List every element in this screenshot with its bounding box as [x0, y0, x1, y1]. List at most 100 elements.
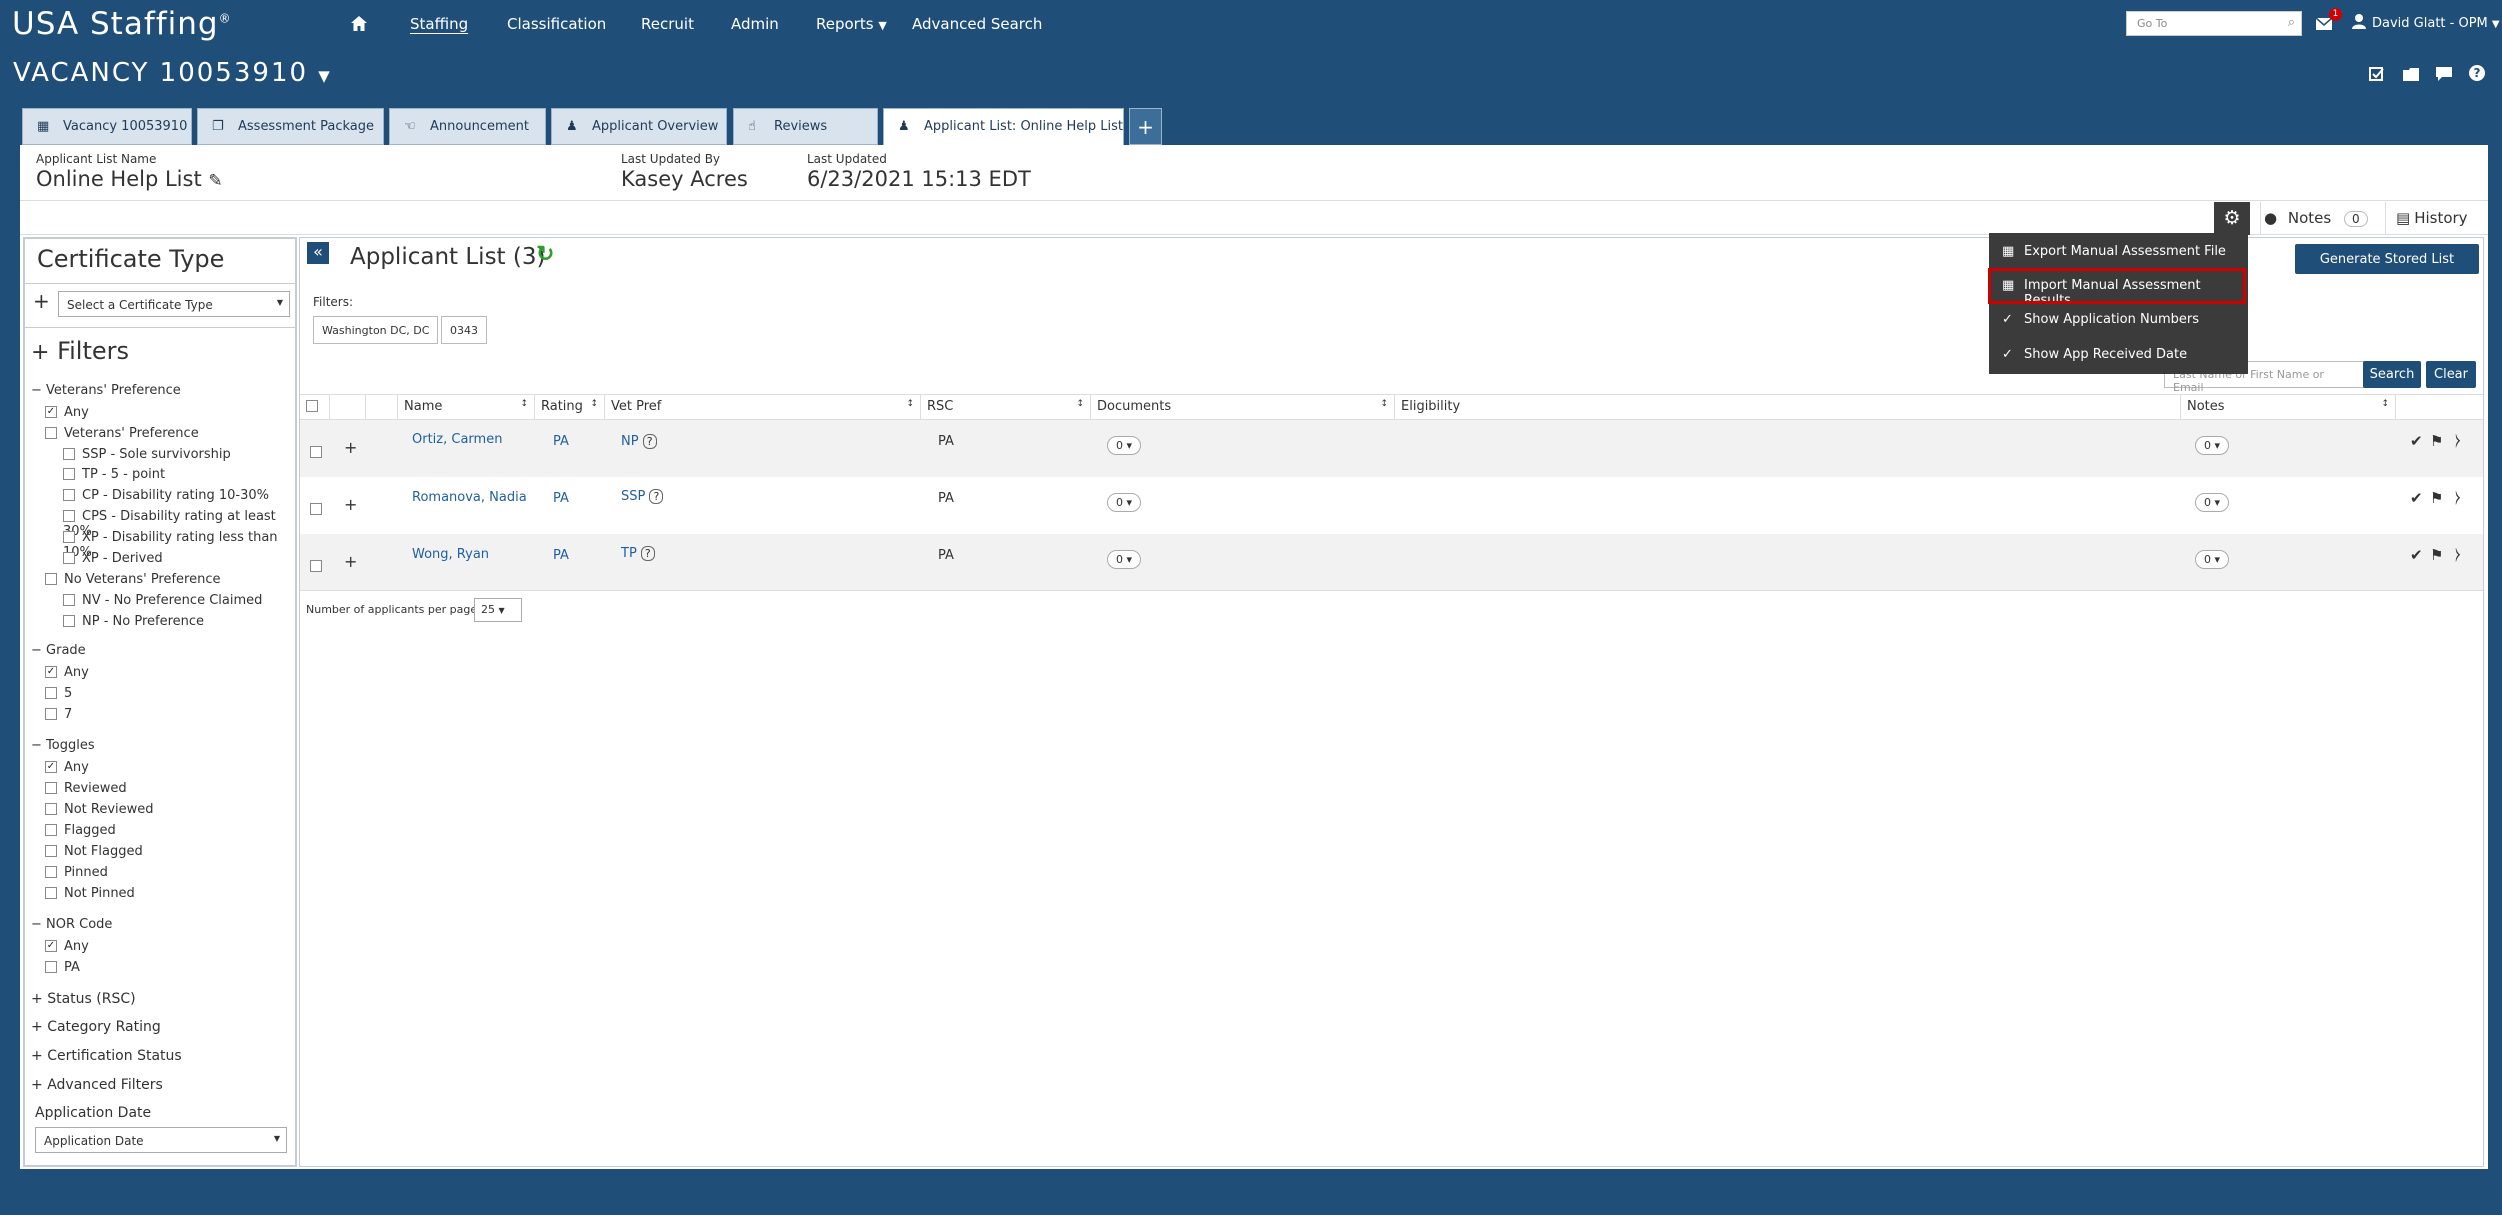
vet-pref-link[interactable]: TP ? — [621, 546, 655, 561]
menu-show-application-numbers[interactable]: ✓ Show Application Numbers — [1989, 303, 2248, 336]
vet-any-checkbox[interactable]: ✓ Any — [45, 405, 89, 420]
grade-any-checkbox[interactable]: ✓ Any — [45, 665, 89, 680]
clear-button[interactable]: Clear — [2426, 361, 2476, 388]
help-icon[interactable]: ? — [642, 434, 657, 449]
certificate-type-select[interactable]: Select a Certificate Type ▼ — [58, 291, 290, 317]
rating-link[interactable]: PA — [553, 434, 569, 449]
vet-cp-checkbox[interactable]: CP - Disability rating 10-30% — [63, 488, 269, 503]
toggles-group[interactable]: − Toggles — [31, 738, 95, 753]
notes-button[interactable]: ● Notes 0 — [2264, 209, 2368, 227]
nav-staffing[interactable]: Staffing — [410, 15, 468, 33]
generate-stored-list-button[interactable]: Generate Stored List — [2295, 244, 2479, 274]
pin-icon[interactable]: ⧽ — [2455, 487, 2461, 507]
applicant-name-link[interactable]: Ortiz, Carmen — [412, 432, 502, 447]
row-checkbox[interactable] — [310, 445, 322, 458]
vet-tp-checkbox[interactable]: TP - 5 - point — [63, 467, 165, 482]
row-checkbox[interactable] — [310, 502, 322, 515]
toggle-not-pinned-checkbox[interactable]: Not Pinned — [45, 886, 135, 901]
toggle-any-checkbox[interactable]: ✓ Any — [45, 760, 89, 775]
toggle-pinned-checkbox[interactable]: Pinned — [45, 865, 108, 880]
tab-announcement[interactable]: ☜ Announcement — [389, 108, 546, 145]
documents-dropdown[interactable]: 0 ▾ — [1107, 436, 1142, 455]
help-icon[interactable]: ? — [2469, 65, 2485, 81]
filter-chip[interactable]: 0343 — [441, 316, 487, 344]
applicant-name-link[interactable]: Romanova, Nadia — [412, 490, 527, 505]
gear-icon[interactable]: ⚙ — [2214, 202, 2250, 235]
tab-assessment-package[interactable]: ❐ Assessment Package — [197, 108, 384, 145]
nav-admin[interactable]: Admin — [731, 15, 779, 33]
toggle-not-flagged-checkbox[interactable]: Not Flagged — [45, 844, 143, 859]
user-menu[interactable]: David Glatt - OPM ▼ — [2372, 16, 2500, 31]
no-vet-pref-checkbox[interactable]: No Veterans' Preference — [45, 572, 221, 587]
pin-icon[interactable]: ⧽ — [2455, 430, 2461, 450]
home-icon[interactable] — [351, 16, 367, 35]
table-row[interactable]: + Ortiz, Carmen PA NP ? PA 0 ▾ 0 ▾ ✔ ⚑ ⧽ — [300, 420, 2483, 477]
veterans-preference-group[interactable]: − Veterans' Preference — [31, 383, 181, 398]
help-icon[interactable]: ? — [640, 546, 655, 561]
expand-row-icon[interactable]: + — [344, 438, 357, 457]
flag-icon[interactable]: ⚑ — [2430, 432, 2443, 450]
review-check-icon[interactable]: ✔ — [2410, 546, 2423, 564]
nor-any-checkbox[interactable]: ✓ Any — [45, 939, 89, 954]
col-eligibility[interactable]: Eligibility — [1395, 395, 2181, 419]
app-logo[interactable]: USA Staffing® — [12, 6, 232, 42]
vet-pref-link[interactable]: NP ? — [621, 434, 657, 449]
toggle-not-reviewed-checkbox[interactable]: Not Reviewed — [45, 802, 154, 817]
col-rating[interactable]: Rating ↕ — [535, 395, 605, 419]
vacancy-title[interactable]: VACANCY 10053910 ▼ — [13, 58, 332, 88]
plus-icon[interactable]: + — [33, 289, 50, 313]
col-notes[interactable]: Notes ↕ — [2181, 395, 2396, 419]
toggle-reviewed-checkbox[interactable]: Reviewed — [45, 781, 127, 796]
tab-reviews[interactable]: ☝ Reviews — [733, 108, 878, 145]
goto-input[interactable]: Go To ⌕ — [2126, 11, 2302, 36]
folder-icon[interactable] — [2403, 66, 2419, 85]
application-date-select[interactable]: Application Date ▼ — [35, 1127, 287, 1153]
notes-dropdown[interactable]: 0 ▾ — [2195, 493, 2230, 512]
certification-status-group[interactable]: + Certification Status — [31, 1048, 182, 1064]
documents-dropdown[interactable]: 0 ▾ — [1107, 493, 1142, 512]
notes-dropdown[interactable]: 0 ▾ — [2195, 550, 2230, 569]
history-button[interactable]: ▤ History — [2396, 209, 2468, 227]
pin-icon[interactable]: ⧽ — [2455, 544, 2461, 564]
refresh-icon[interactable]: ↻ — [536, 242, 554, 267]
menu-export-manual-assessment[interactable]: ▦ Export Manual Assessment File — [1989, 235, 2248, 268]
comment-icon[interactable] — [2436, 66, 2452, 85]
nav-recruit[interactable]: Recruit — [641, 15, 694, 33]
expand-row-icon[interactable]: + — [344, 495, 357, 514]
select-all-checkbox[interactable] — [300, 395, 330, 419]
filters-title[interactable]: + Filters — [31, 337, 129, 365]
vet-np-checkbox[interactable]: NP - No Preference — [63, 614, 204, 629]
toggle-flagged-checkbox[interactable]: Flagged — [45, 823, 116, 838]
nor-pa-checkbox[interactable]: PA — [45, 960, 80, 975]
per-page-select[interactable]: 25 ▼ — [474, 598, 522, 622]
review-check-icon[interactable]: ✔ — [2410, 489, 2423, 507]
flag-icon[interactable]: ⚑ — [2430, 489, 2443, 507]
tab-applicant-overview[interactable]: ♟ Applicant Overview — [551, 108, 727, 145]
edit-icon[interactable]: ✎ — [208, 171, 222, 191]
flag-icon[interactable]: ⚑ — [2430, 546, 2443, 564]
checklist-icon[interactable] — [2369, 66, 2385, 81]
grade-5-checkbox[interactable]: 5 — [45, 686, 72, 701]
category-rating-group[interactable]: + Category Rating — [31, 1019, 161, 1035]
notes-dropdown[interactable]: 0 ▾ — [2195, 436, 2230, 455]
rating-link[interactable]: PA — [553, 491, 569, 506]
row-checkbox[interactable] — [310, 559, 322, 572]
vet-xp-derived-checkbox[interactable]: XP - Derived — [63, 551, 163, 566]
col-documents[interactable]: Documents ↕ — [1091, 395, 1395, 419]
search-button[interactable]: Search — [2363, 361, 2421, 388]
add-tab-button[interactable]: + — [1129, 108, 1162, 145]
table-row[interactable]: + Romanova, Nadia PA SSP ? PA 0 ▾ 0 ▾ ✔ … — [300, 477, 2483, 534]
table-row[interactable]: + Wong, Ryan PA TP ? PA 0 ▾ 0 ▾ ✔ ⚑ ⧽ — [300, 534, 2483, 591]
vet-nv-checkbox[interactable]: NV - No Preference Claimed — [63, 593, 262, 608]
collapse-sidebar-icon[interactable]: « — [307, 242, 329, 264]
expand-row-icon[interactable]: + — [344, 552, 357, 571]
nor-code-group[interactable]: − NOR Code — [31, 917, 112, 932]
status-rsc-group[interactable]: + Status (RSC) — [31, 991, 136, 1007]
review-check-icon[interactable]: ✔ — [2410, 432, 2423, 450]
nav-advanced-search[interactable]: Advanced Search — [912, 15, 1042, 33]
col-rsc[interactable]: RSC ↕ — [921, 395, 1091, 419]
vet-pref-checkbox[interactable]: Veterans' Preference — [45, 426, 199, 441]
tab-vacancy[interactable]: ▦ Vacancy 10053910 — [22, 108, 192, 145]
rating-link[interactable]: PA — [553, 548, 569, 563]
help-icon[interactable]: ? — [649, 489, 664, 504]
